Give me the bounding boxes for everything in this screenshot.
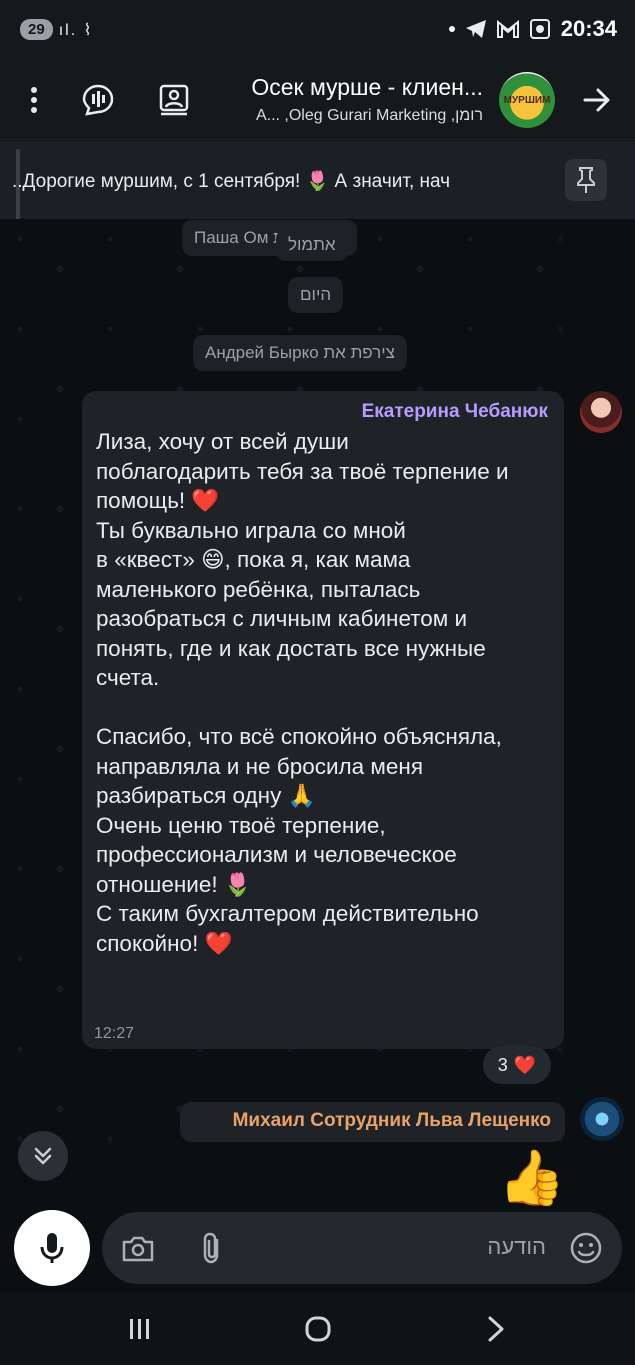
battery-pill: 29	[20, 19, 53, 40]
gmail-icon	[496, 20, 519, 38]
message-sender[interactable]: Екатерина Чебанюк	[96, 401, 548, 423]
status-bar: 29 ıl. ⌇ 20:34	[0, 0, 635, 62]
message2-bubble[interactable]: Михаил Сотрудник Льва Лещенко	[180, 1102, 565, 1142]
mic-icon[interactable]	[14, 1210, 90, 1286]
sticker-icon[interactable]	[568, 1230, 604, 1266]
heart-icon: ❤️	[513, 1054, 537, 1075]
chevrons-down-icon[interactable]	[18, 1131, 68, 1181]
chat-members: A... ,Oleg Gurari Marketing ,רומן	[255, 107, 483, 124]
group-avatar[interactable]: МУРШИМ	[499, 72, 555, 128]
paperclip-icon[interactable]	[194, 1230, 230, 1266]
message-time: 12:27	[94, 1025, 135, 1042]
chat-area[interactable]: Паша Ом צירפת את אתמול היום Андрей Бырко…	[0, 219, 635, 1291]
reaction-count: 3	[497, 1054, 508, 1075]
message-text: Лиза, хочу от всей души поблагодарить те…	[96, 429, 509, 956]
voice-chat-icon[interactable]	[78, 80, 118, 120]
system-nav-bar	[0, 1291, 635, 1365]
date-yesterday: אתמול	[276, 229, 348, 261]
screenshot-icon	[529, 19, 550, 39]
recents-icon[interactable]	[122, 1313, 158, 1345]
thumbs-up-icon: 👍	[498, 1148, 566, 1208]
pin-icon[interactable]	[565, 159, 607, 201]
message-placeholder: הודעה	[487, 1234, 546, 1259]
more-vertical-icon[interactable]	[14, 80, 54, 120]
sender2-avatar[interactable]	[580, 1097, 624, 1141]
notification-dot-icon	[448, 26, 455, 32]
back-nav-icon[interactable]	[478, 1313, 514, 1345]
chat-header: Осек мурше - клиен... A... ,Oleg Gurari …	[0, 62, 635, 140]
chat-title-block[interactable]: Осек мурше - клиен... A... ,Oleg Gurari …	[183, 74, 483, 125]
system-joined-2: Андрей Бырко צירפת את	[193, 335, 407, 371]
arrow-right-icon[interactable]	[577, 80, 617, 120]
telegram-icon	[465, 20, 486, 38]
message2-sender[interactable]: Михаил Сотрудник Льва Лещенко	[233, 1110, 551, 1131]
reaction-badge[interactable]: 3 ❤️	[483, 1046, 551, 1084]
status-left: 29 ıl. ⌇	[20, 19, 93, 40]
pinned-text: ..Дорогие муршим, с 1 сентября! 🌷 А знач…	[12, 171, 451, 192]
signal-icons: ıl. ⌇	[58, 21, 94, 39]
chat-title: Осек мурше - клиен...	[251, 74, 483, 100]
message-bubble[interactable]: Екатерина Чебанюк Лиза, хочу от всей душ…	[82, 391, 564, 1049]
status-right: 20:34	[448, 16, 617, 42]
composer: הודעה	[0, 1210, 635, 1288]
camera-icon[interactable]	[120, 1230, 156, 1266]
home-icon[interactable]	[300, 1313, 336, 1345]
clock: 20:34	[560, 16, 617, 41]
sender-avatar[interactable]	[580, 391, 622, 433]
avatar-logo-text: МУРШИМ	[503, 94, 551, 106]
pinned-message[interactable]: ..Дорогие муршим, с 1 сентября! 🌷 А знач…	[0, 141, 635, 225]
message-input[interactable]: הודעה	[102, 1212, 622, 1284]
date-today: היום	[288, 277, 344, 313]
